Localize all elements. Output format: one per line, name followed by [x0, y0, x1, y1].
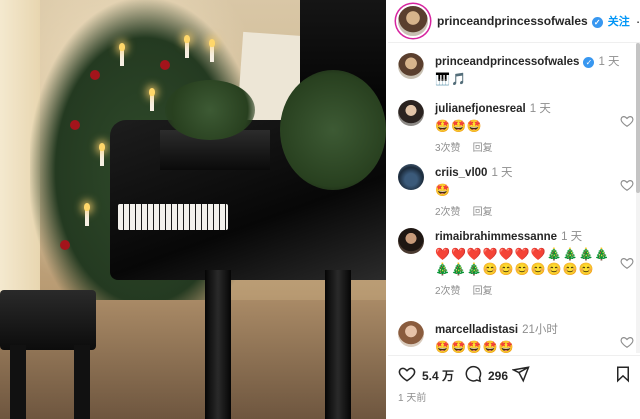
photo-greenery [165, 80, 255, 140]
comment-body: criis_vl00 1 天 🤩 2次赞 回复 [435, 164, 611, 218]
photo-piano-bench [0, 290, 96, 350]
comment-avatar[interactable] [398, 321, 424, 347]
comment-body: julianefjonesreal 1 天 🤩🤩🤩 3次赞 回复 [435, 100, 611, 154]
reply-button[interactable]: 回复 [473, 286, 493, 297]
comment-time: 1 天 [561, 231, 583, 243]
comments-scrollbar[interactable] [636, 43, 640, 353]
heart-icon[interactable] [620, 335, 634, 349]
comment-header: rimaibrahimmessanne 1 天 [435, 228, 611, 244]
comment-time: 21小时 [522, 324, 558, 336]
comment-text: 🤩 [435, 183, 451, 197]
comment-username[interactable]: criis_vl00 [435, 167, 487, 179]
photo-candle [84, 203, 90, 226]
follow-button[interactable]: 关注 [608, 13, 630, 29]
comment-body: marcelladistasi 21小时 🤩🤩🤩🤩🤩 [435, 321, 611, 353]
comment-text: 🤩🤩🤩 [435, 119, 483, 133]
like-action[interactable]: 5.4 万 [398, 365, 454, 386]
comment-meta: 3次赞 回复 [435, 139, 611, 154]
comment-body: rimaibrahimmessanne 1 天 ❤️❤️❤️❤️❤️❤️❤️🎄🎄🎄… [435, 228, 611, 297]
comment-avatar[interactable] [398, 228, 424, 254]
photo-candle [119, 43, 125, 66]
photo-berry [90, 70, 100, 80]
caption-username[interactable]: princeandprincessofwales [435, 56, 579, 68]
comment-likes[interactable]: 3次赞 [435, 143, 461, 154]
reply-button[interactable]: 回复 [473, 143, 493, 154]
heart-icon[interactable] [620, 256, 634, 270]
like-count: 5.4 万 [422, 369, 455, 383]
comment-icon[interactable] [464, 365, 482, 386]
photo-candle [184, 35, 190, 58]
more-icon[interactable]: ··· [636, 13, 640, 29]
bookmark-icon[interactable] [614, 365, 632, 383]
photo-candle [149, 88, 155, 111]
scrollbar-thumb[interactable] [636, 43, 640, 193]
action-bar: 5.4 万 296 [388, 355, 640, 385]
comment-action[interactable]: 296 [464, 365, 508, 386]
author-username-text[interactable]: princeandprincessofwales [437, 14, 588, 28]
comment-avatar[interactable] [398, 164, 424, 190]
photo-piano-leg [205, 270, 231, 419]
comment-time: 1 天 [491, 167, 513, 179]
verified-badge-icon: ✓ [591, 17, 603, 28]
reply-button[interactable]: 回复 [473, 207, 493, 218]
comment-likes[interactable]: 2次赞 [435, 286, 461, 297]
photo-bench-leg [10, 345, 26, 419]
author-avatar[interactable] [398, 6, 428, 36]
photo-candle [99, 143, 105, 166]
comment-meta: 2次赞 回复 [435, 282, 611, 297]
post-info-panel: princeandprincessofwales✓ 关注 ··· princea… [388, 0, 640, 419]
comment-username[interactable]: rimaibrahimmessanne [435, 231, 557, 243]
comment-header: marcelladistasi 21小时 [435, 321, 611, 337]
photo-berry [70, 120, 80, 130]
comment-header: julianefjonesreal 1 天 [435, 100, 611, 116]
photo-greenery [280, 70, 386, 190]
post-photo[interactable] [0, 0, 386, 419]
photo-piano-leg [325, 270, 351, 419]
caption-avatar[interactable] [398, 53, 424, 79]
heart-icon[interactable] [620, 178, 634, 192]
comment-time: 1 天 [529, 103, 551, 115]
comment-meta: 2次赞 回复 [435, 203, 611, 218]
caption-time: 1 天 [598, 56, 620, 68]
caption-text: 🎹🎵 [435, 72, 467, 86]
photo-berry [60, 240, 70, 250]
posted-time: 1 天前 [398, 393, 427, 404]
author-username[interactable]: princeandprincessofwales ✓ [437, 14, 603, 28]
comment-username[interactable]: julianefjonesreal [435, 103, 526, 115]
share-icon[interactable] [512, 365, 530, 383]
post-header: princeandprincessofwales✓ 关注 ··· [388, 0, 640, 43]
comment-avatar[interactable] [398, 100, 424, 126]
photo-piano-keys [118, 204, 228, 230]
caption-header: princeandprincessofwales ✓ 1 天 [435, 53, 620, 69]
heart-icon[interactable] [398, 365, 416, 386]
comment-text: ❤️❤️❤️❤️❤️❤️❤️🎄🎄🎄🎄🎄🎄🎄😊😊😊😊😊😊😊 [435, 247, 611, 276]
comments-list[interactable]: princeandprincessofwales ✓ 1 天 🎹🎵 julianef… [388, 43, 640, 353]
photo-berry [160, 60, 170, 70]
comment-text: 🤩🤩🤩🤩🤩 [435, 340, 515, 353]
comment-likes[interactable]: 2次赞 [435, 207, 461, 218]
caption-body: princeandprincessofwales ✓ 1 天 🎹🎵 [435, 53, 620, 87]
comment-count: 296 [488, 368, 509, 383]
heart-icon[interactable] [620, 114, 634, 128]
photo-bench-leg [74, 345, 90, 419]
comment-header: criis_vl00 1 天 [435, 164, 611, 180]
verified-badge-icon: ✓ [583, 57, 595, 68]
photo-candle [209, 39, 215, 62]
comment-username[interactable]: marcelladistasi [435, 324, 518, 336]
